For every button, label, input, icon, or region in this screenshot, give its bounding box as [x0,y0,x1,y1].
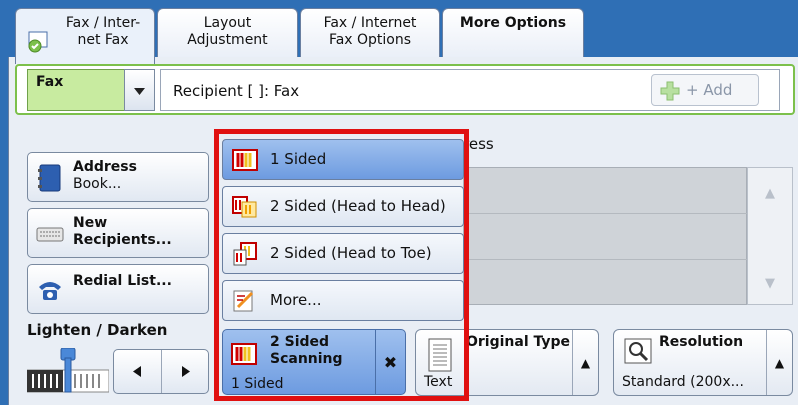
original-type-label: Original Type [466,334,571,350]
scroll-down-icon: ▼ [765,276,775,291]
add-button-label: + Add [686,81,733,99]
tab-label-line2: net Fax [77,32,129,48]
fax-tab-icon [28,31,48,53]
tab-label-line2: Fax Options [328,32,412,48]
menu-item-label: 1 Sided [270,150,327,168]
tab-fax-internet-fax-options[interactable]: Fax / Internet Fax Options [300,8,440,60]
new-recipients-label-2: Recipients... [73,232,172,248]
address-book-icon [38,164,61,192]
arrow-right-icon [182,366,190,377]
resolution-button[interactable]: Resolution Standard (200x... ▲ [613,329,793,396]
menu-item-label: 2 Sided (Head to Toe) [270,244,432,262]
arrow-left-icon [133,366,141,377]
telephone-icon [39,282,61,300]
scan-value: 1 Sided [231,376,284,392]
plus-icon [660,81,680,101]
tab-label-line2: Adjustment [187,32,268,48]
density-meter[interactable] [27,348,109,394]
2-sided-scanning-button[interactable]: 2 Sided Scanning 1 Sided ✖ [222,329,406,395]
list-scrollbar[interactable]: ▲ ▼ [747,167,793,305]
new-recipients-button[interactable]: New Recipients... [27,208,209,258]
menu-item-more[interactable]: More... [222,280,464,321]
tab-more-options[interactable]: More Options [442,8,584,60]
menu-item-label: 2 Sided (Head to Head) [270,197,446,215]
scroll-up-icon: ▲ [765,186,775,201]
lighten-darken-label: Lighten / Darken [27,321,168,339]
resolution-icon [624,338,652,364]
fax-type-select[interactable]: Fax [27,69,125,111]
chevron-down-icon [134,88,145,95]
density-lighten-button[interactable] [114,350,161,393]
fax-type-dropdown-button[interactable] [124,69,155,111]
recipient-list [463,167,748,305]
keyboard-icon [36,227,64,242]
one-sided-icon [231,343,257,365]
redial-list-button[interactable]: Redial List... [27,264,209,314]
address-book-button[interactable]: Address Book... [27,152,209,202]
tab-label-line1: Fax / Internet [323,15,417,31]
original-type-arrow: ▲ [572,330,598,395]
tab-layout-adjustment[interactable]: Layout Adjustment [157,8,298,60]
tab-label-line1: Layout [203,15,252,31]
one-sided-icon [232,149,258,171]
address-book-label-2: Book... [73,176,122,192]
menu-item-2-sided-head-to-head[interactable]: 2 Sided (Head to Head) [222,186,464,227]
chevron-up-icon: ▲ [774,355,785,370]
resolution-label: Resolution [659,334,744,350]
close-icon[interactable]: ✖ [375,330,405,394]
address-book-label-1: Address [73,159,137,175]
chevron-up-icon: ▲ [580,355,591,370]
resolution-value: Standard (200x... [622,374,744,390]
tab-label-line1: Fax / Inter- [65,15,141,31]
density-darken-button[interactable] [162,350,208,393]
tab-label-line1: More Options [459,15,567,31]
scan-label-line2: Scanning [270,351,343,367]
scan-label-line1: 2 Sided [270,334,330,350]
add-recipient-button: + Add [651,74,759,106]
tab-fax-internet-fax[interactable]: Fax / Inter- net Fax [15,8,155,64]
density-arrows [113,349,209,394]
new-recipients-label-1: New [73,215,108,231]
redial-list-label: Redial List... [73,273,172,289]
two-sided-head-to-head-icon [232,196,257,218]
more-options-icon [233,290,254,312]
menu-item-label: More... [270,291,322,309]
resolution-arrow: ▲ [766,330,792,395]
menu-item-2-sided-head-to-toe[interactable]: 2 Sided (Head to Toe) [222,233,464,274]
two-sided-head-to-toe-icon [233,242,257,266]
menu-item-1-sided[interactable]: 1 Sided [222,139,464,180]
